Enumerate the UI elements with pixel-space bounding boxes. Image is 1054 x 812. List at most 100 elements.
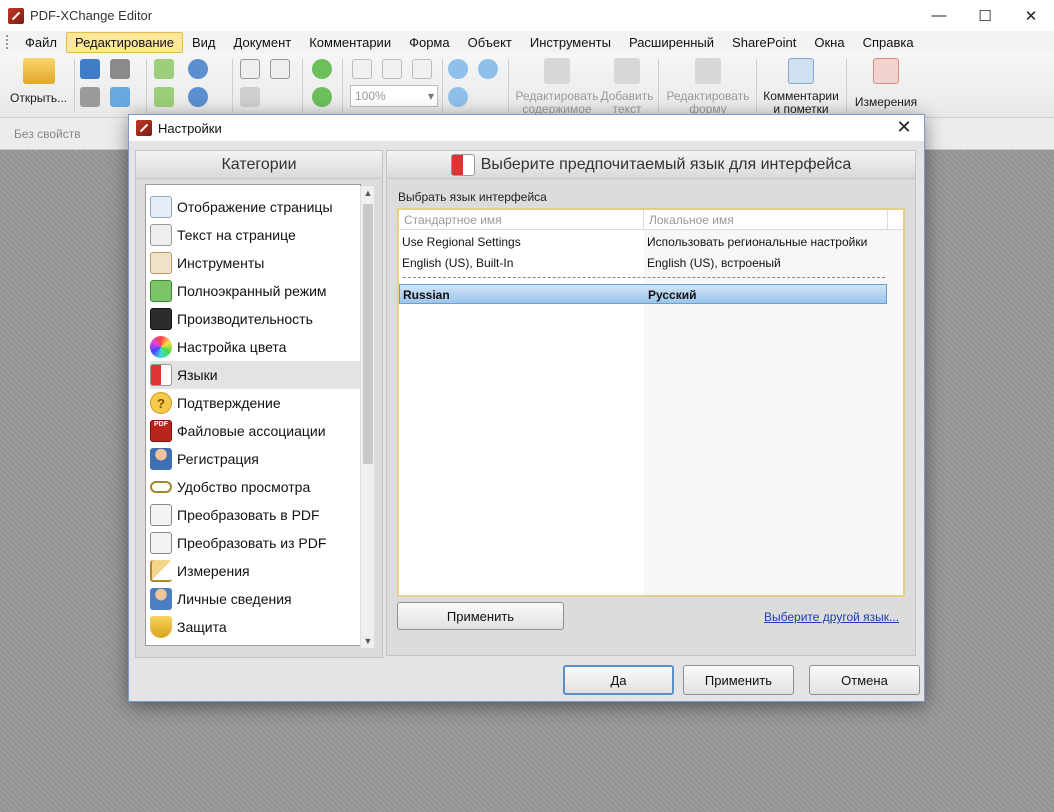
choose-other-language-link[interactable]: Выберите другой язык... — [764, 610, 899, 624]
page-view-icon — [150, 196, 172, 218]
minimize-button[interactable]: — — [916, 0, 962, 31]
snapshot-icon[interactable] — [240, 87, 260, 107]
measure-button[interactable]: Измерения — [852, 58, 920, 109]
toolbar-separator — [846, 59, 847, 113]
zoom-level-select[interactable]: 100% — [350, 85, 438, 107]
edit-content-icon — [544, 58, 570, 84]
toolbar-separator — [74, 59, 75, 113]
edit-content-button[interactable]: Редактировать содержимое — [514, 58, 600, 116]
ok-button[interactable]: Да — [563, 665, 674, 695]
row-local-name: English (US), встроеный — [647, 256, 781, 270]
cancel-button[interactable]: Отмена — [809, 665, 920, 695]
category-performance[interactable]: Производительность — [150, 305, 360, 333]
scanner-icon[interactable] — [110, 59, 130, 79]
add-text-button[interactable]: Добавить текст — [598, 58, 656, 116]
dialog-close-icon[interactable]: ✕ — [892, 117, 916, 138]
apply-button[interactable]: Применить — [683, 665, 794, 695]
rotate-cw-icon[interactable] — [312, 59, 332, 79]
zoom-plus-icon[interactable] — [448, 87, 468, 107]
category-confirmation[interactable]: ? Подтверждение — [150, 389, 360, 417]
email-icon[interactable] — [110, 87, 130, 107]
menu-comments[interactable]: Комментарии — [300, 32, 400, 53]
maximize-button[interactable]: ☐ — [962, 0, 1008, 31]
zoom-in-icon[interactable] — [448, 59, 468, 79]
category-page-text[interactable]: Текст на странице — [150, 221, 360, 249]
save-icon[interactable] — [80, 59, 100, 79]
zoom-out-icon[interactable] — [478, 59, 498, 79]
comments-markup-button[interactable]: Комментарии и пометки — [760, 58, 842, 116]
back-page-icon[interactable] — [154, 59, 174, 79]
categories-scrollbar[interactable]: ▲ ▼ — [360, 186, 374, 648]
category-label: Текст на странице — [177, 227, 296, 243]
category-page-view[interactable]: Отображение страницы — [150, 193, 360, 221]
category-label: Файловые ассоциации — [177, 423, 326, 439]
category-registration[interactable]: Регистрация — [150, 445, 360, 473]
table-row[interactable]: English (US), Built-In English (US), вст… — [399, 253, 887, 273]
edit-form-icon — [695, 58, 721, 84]
toolbar-separator — [146, 59, 147, 113]
scroll-up-arrow[interactable]: ▲ — [361, 186, 375, 200]
categories-header: Категории — [136, 151, 382, 179]
menu-tools[interactable]: Инструменты — [521, 32, 620, 53]
actual-size-icon[interactable] — [352, 59, 372, 79]
category-languages[interactable]: Языки — [150, 361, 360, 389]
column-header-local[interactable]: Локальное имя — [649, 213, 734, 227]
open-button[interactable]: Открыть... — [10, 58, 67, 105]
open-label: Открыть... — [10, 91, 68, 105]
forward-page-icon[interactable] — [154, 87, 174, 107]
hand-tool-icon[interactable] — [240, 59, 260, 79]
apply-language-button[interactable]: Применить — [397, 602, 564, 630]
category-color[interactable]: Настройка цвета — [150, 333, 360, 361]
menu-document[interactable]: Документ — [225, 32, 301, 53]
menu-object[interactable]: Объект — [459, 32, 521, 53]
menu-edit[interactable]: Редактирование — [65, 31, 183, 53]
category-fullscreen[interactable]: Полноэкранный режим — [150, 277, 360, 305]
row-standard-name: Russian — [403, 288, 450, 302]
rotate-ccw-icon[interactable] — [312, 87, 332, 107]
fit-page-icon[interactable] — [382, 59, 402, 79]
table-row[interactable]: Use Regional Settings Использовать регио… — [399, 232, 887, 252]
categories-list[interactable]: Отображение страницы Текст на странице И… — [145, 184, 361, 646]
pdf-xchange-app-icon — [8, 7, 24, 24]
menu-view[interactable]: Вид — [183, 32, 225, 53]
toolbar-separator — [756, 59, 757, 113]
toolbar-separator — [232, 59, 233, 113]
select-text-icon[interactable] — [270, 59, 290, 79]
category-tools[interactable]: Инструменты — [150, 249, 360, 277]
menu-advanced[interactable]: Расширенный — [620, 32, 723, 53]
comments-icon — [788, 58, 814, 84]
category-convert-from-pdf[interactable]: Преобразовать из PDF — [150, 529, 360, 557]
color-wheel-icon — [150, 336, 172, 358]
menu-form[interactable]: Форма — [400, 32, 459, 53]
undo-icon[interactable] — [188, 59, 208, 79]
menu-sharepoint[interactable]: SharePoint — [723, 32, 805, 53]
category-personal-info[interactable]: Личные сведения — [150, 585, 360, 613]
menu-help[interactable]: Справка — [854, 32, 923, 53]
menu-bar: Файл Редактирование Вид Документ Коммент… — [0, 31, 1054, 53]
menu-window[interactable]: Окна — [805, 32, 853, 53]
scroll-thumb[interactable] — [363, 204, 373, 464]
language-table: Стандартное имя Локальное имя Use Region… — [397, 208, 905, 597]
category-security[interactable]: Защита — [150, 613, 360, 641]
redo-icon[interactable] — [188, 87, 208, 107]
menu-file[interactable]: Файл — [16, 32, 66, 53]
category-file-associations[interactable]: PDF Файловые ассоциации — [150, 417, 360, 445]
toolbar-separator — [508, 59, 509, 113]
close-button[interactable]: ✕ — [1008, 0, 1054, 31]
category-accessibility[interactable]: Удобство просмотра — [150, 473, 360, 501]
column-header-standard[interactable]: Стандартное имя — [404, 213, 502, 227]
edit-form-button[interactable]: Редактировать форму — [664, 58, 752, 116]
category-convert-to-pdf[interactable]: Преобразовать в PDF — [150, 501, 360, 529]
app-title: PDF-XChange Editor — [30, 8, 153, 23]
toolbar-grip — [6, 35, 10, 49]
convert-to-pdf-icon — [150, 504, 172, 526]
category-label: Удобство просмотра — [177, 479, 311, 495]
language-header-text: Выберите предпочитаемый язык для интерфе… — [480, 155, 852, 173]
pdf-file-icon: PDF — [150, 420, 172, 442]
fit-width-icon[interactable] — [412, 59, 432, 79]
table-row-selected[interactable]: Russian Русский — [399, 284, 887, 304]
category-measurements[interactable]: Измерения — [150, 557, 360, 585]
category-label: Производительность — [177, 311, 313, 327]
print-icon[interactable] — [80, 87, 100, 107]
scroll-down-arrow[interactable]: ▼ — [361, 634, 375, 648]
